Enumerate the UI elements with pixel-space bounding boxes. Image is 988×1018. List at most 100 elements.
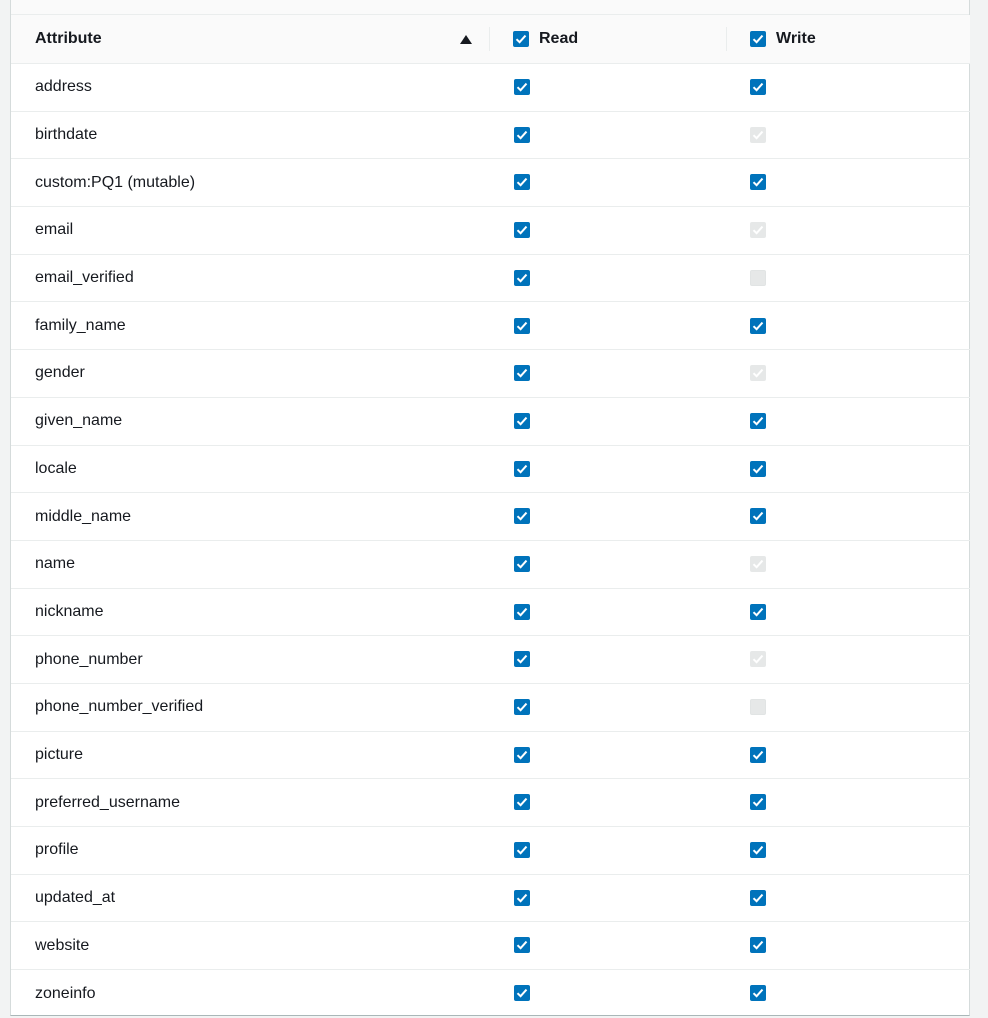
- checkmark-icon: [516, 416, 528, 426]
- read-cell: [489, 445, 726, 494]
- write-checkbox: [750, 365, 766, 382]
- column-divider[interactable]: [726, 27, 727, 51]
- attribute-cell: birthdate: [11, 111, 489, 160]
- read-checkbox[interactable]: [514, 842, 530, 859]
- attribute-cell: phone_number: [11, 635, 489, 684]
- checkmark-icon: [516, 798, 528, 808]
- table-row: locale: [11, 445, 970, 494]
- write-cell: [726, 492, 970, 541]
- read-cell: [489, 588, 726, 637]
- checkmark-icon: [752, 178, 764, 188]
- checkmark-icon: [516, 846, 528, 855]
- checkmark-icon: [752, 655, 764, 665]
- read-cell: [489, 397, 726, 446]
- table-row: zoneinfo: [11, 970, 970, 1018]
- write-checkbox[interactable]: [750, 746, 766, 763]
- column-header-attribute[interactable]: Attribute: [11, 15, 489, 64]
- attribute-name: family_name: [35, 316, 126, 334]
- attribute-cell: email: [11, 206, 489, 255]
- attribute-name: address: [35, 78, 92, 96]
- checkmark-icon: [752, 34, 764, 44]
- panel-top-strip: [11, 0, 969, 15]
- attribute-name: name: [35, 555, 76, 573]
- write-cell: [726, 826, 970, 875]
- checkmark-icon: [516, 989, 528, 999]
- table-row: phone_number: [11, 635, 970, 684]
- select-all-read-checkbox[interactable]: [513, 31, 529, 47]
- read-checkbox[interactable]: [514, 794, 530, 811]
- read-checkbox[interactable]: [514, 651, 530, 668]
- table-row: email: [11, 206, 970, 255]
- write-checkbox[interactable]: [750, 794, 766, 811]
- attribute-name: birthdate: [35, 126, 98, 144]
- write-cell: [726, 731, 970, 780]
- checkmark-icon: [516, 512, 528, 521]
- column-divider[interactable]: [489, 27, 490, 51]
- read-cell: [489, 63, 726, 112]
- read-checkbox[interactable]: [514, 460, 530, 477]
- write-cell: [726, 158, 970, 208]
- table-header-row: Attribute Read Write: [11, 15, 970, 64]
- read-checkbox[interactable]: [514, 889, 530, 906]
- sort-ascending-icon[interactable]: [460, 34, 472, 44]
- read-checkbox[interactable]: [514, 699, 530, 716]
- attribute-name: middle_name: [35, 507, 132, 525]
- read-cell: [489, 349, 726, 398]
- read-cell: [489, 158, 726, 208]
- table-row: name: [11, 540, 970, 589]
- read-cell: [489, 254, 726, 303]
- attribute-name: phone_number_verified: [35, 698, 204, 716]
- write-checkbox[interactable]: [750, 985, 766, 1002]
- checkmark-icon: [752, 607, 764, 617]
- read-checkbox[interactable]: [514, 412, 530, 429]
- read-checkbox[interactable]: [514, 317, 530, 334]
- table-row: family_name: [11, 301, 970, 351]
- read-cell: [489, 874, 726, 923]
- write-checkbox[interactable]: [750, 460, 766, 477]
- table-row: birthdate: [11, 111, 970, 160]
- attribute-permissions-table: Attribute Read Write address birthdate c…: [11, 15, 970, 1017]
- read-checkbox[interactable]: [514, 746, 530, 763]
- checkmark-icon: [515, 34, 527, 44]
- read-checkbox[interactable]: [514, 937, 530, 954]
- write-checkbox[interactable]: [750, 508, 766, 525]
- write-checkbox[interactable]: [750, 937, 766, 954]
- read-checkbox[interactable]: [514, 174, 530, 191]
- checkmark-icon: [752, 226, 764, 235]
- read-checkbox[interactable]: [514, 985, 530, 1002]
- checkmark-icon: [752, 369, 764, 378]
- read-cell: [489, 778, 726, 827]
- attribute-cell: given_name: [11, 397, 489, 446]
- read-checkbox[interactable]: [514, 555, 530, 572]
- read-checkbox[interactable]: [514, 603, 530, 620]
- column-header-read: Read: [489, 15, 726, 64]
- write-checkbox[interactable]: [750, 842, 766, 859]
- write-checkbox[interactable]: [750, 412, 766, 429]
- write-cell: [726, 588, 970, 637]
- checkmark-icon: [752, 750, 764, 760]
- checkmark-icon: [516, 83, 528, 92]
- write-checkbox[interactable]: [750, 79, 766, 96]
- table-row: custom:PQ1 (mutable): [11, 158, 970, 208]
- read-cell: [489, 683, 726, 732]
- read-checkbox[interactable]: [514, 222, 530, 239]
- read-cell: [489, 111, 726, 160]
- write-cell: [726, 874, 970, 923]
- checkmark-icon: [752, 798, 764, 808]
- write-checkbox[interactable]: [750, 603, 766, 620]
- read-checkbox[interactable]: [514, 508, 530, 525]
- checkmark-icon: [752, 83, 764, 92]
- write-checkbox[interactable]: [750, 317, 766, 334]
- read-checkbox[interactable]: [514, 269, 530, 286]
- checkmark-icon: [516, 893, 528, 903]
- read-checkbox[interactable]: [514, 365, 530, 382]
- select-all-write-checkbox[interactable]: [750, 31, 766, 47]
- write-checkbox[interactable]: [750, 889, 766, 906]
- read-checkbox[interactable]: [514, 126, 530, 143]
- read-checkbox[interactable]: [514, 79, 530, 96]
- attribute-cell: website: [11, 921, 489, 971]
- write-cell: [726, 397, 970, 446]
- write-checkbox[interactable]: [750, 174, 766, 191]
- read-cell: [489, 635, 726, 684]
- read-cell: [489, 492, 726, 541]
